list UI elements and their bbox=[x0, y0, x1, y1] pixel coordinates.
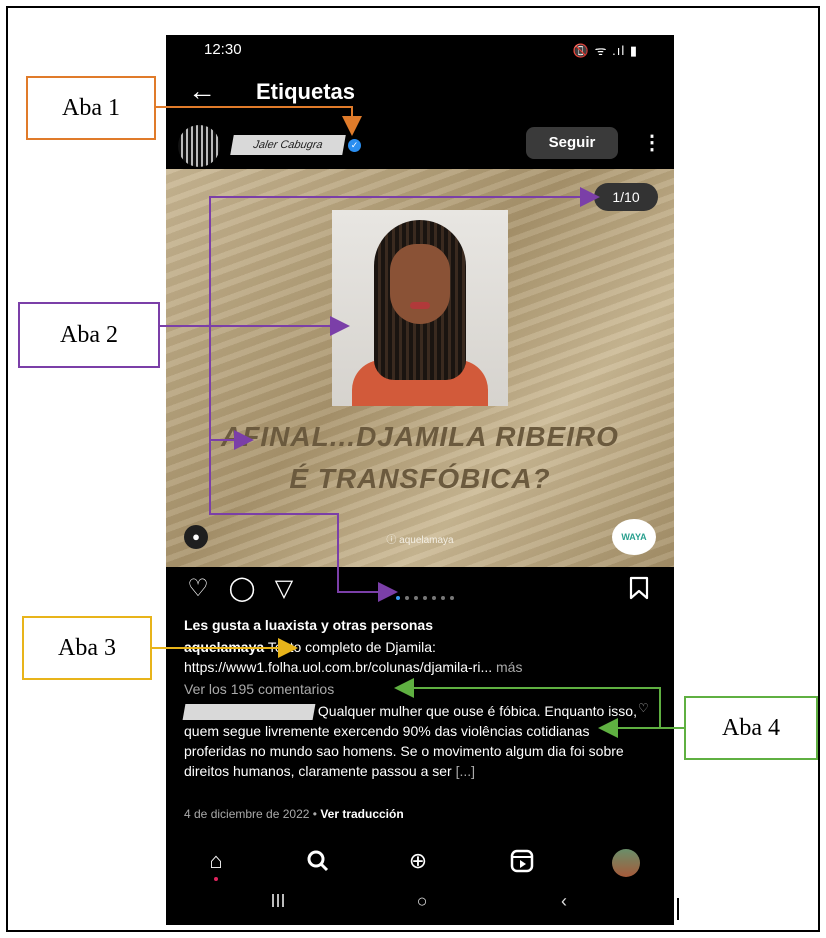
annotation-aba1: Aba 1 bbox=[26, 76, 156, 140]
annotation-aba4: Aba 4 bbox=[684, 696, 818, 760]
annotation-aba3: Aba 3 bbox=[22, 616, 152, 680]
annotation-arrows bbox=[152, 106, 684, 738]
annotation-aba2: Aba 2 bbox=[18, 302, 160, 368]
arrow-aba2-dots bbox=[209, 500, 398, 602]
arrow-aba4-comments bbox=[394, 678, 684, 729]
arrow-aba1 bbox=[156, 106, 362, 136]
arrow-aba2-counter bbox=[209, 187, 600, 500]
